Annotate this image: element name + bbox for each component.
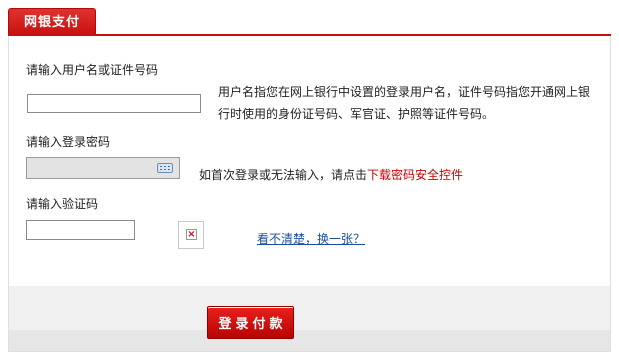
captcha-label: 请输入验证码 [26,197,99,211]
password-hint-text: 如首次登录或无法输入，请点击 [199,168,368,182]
captcha-input[interactable] [26,220,135,240]
captcha-image[interactable]: × [178,221,204,249]
download-security-control-link[interactable]: 下载密码安全控件 [367,168,463,182]
tab-netbank-payment[interactable]: 网银支付 [8,8,96,35]
password-label: 请输入登录密码 [26,135,111,149]
form-footer [9,286,610,330]
refresh-captcha-link[interactable]: 看不清楚，换一张？ [257,230,365,247]
netbank-payment-page: 网银支付 请输入用户名或证件号码 用户名指您在网上银行中设置的登录用户名，证件号… [0,0,619,358]
username-input[interactable] [27,94,201,113]
password-secure-field[interactable] [26,157,180,179]
login-and-pay-button[interactable]: 登录付款 [207,306,294,339]
username-label: 请输入用户名或证件号码 [26,63,159,77]
tab-title: 网银支付 [23,15,80,30]
keyboard-icon[interactable] [157,163,173,173]
form-footer-bottom [9,330,610,351]
broken-image-icon: × [186,229,197,240]
username-hint: 用户名指您在网上银行中设置的登录用户名，证件号码指您开通网上银行时使用的身份证号… [218,85,591,121]
password-hint: 如首次登录或无法输入，请点击下载密码安全控件 [199,164,463,186]
